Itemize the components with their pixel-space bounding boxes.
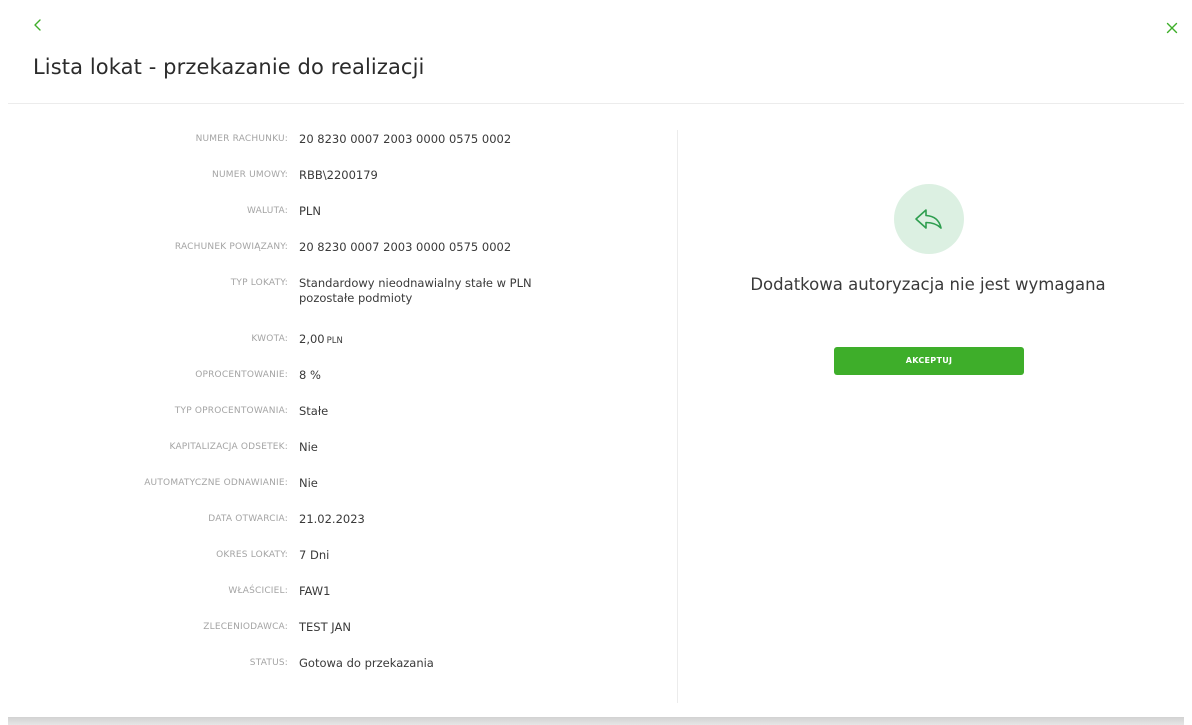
reply-arrow-icon — [915, 209, 942, 229]
detail-row-contract-number: NUMER UMOWY: RBB\2200179 — [0, 162, 677, 198]
detail-value: 20 8230 0007 2003 0000 0575 0002 — [299, 240, 512, 254]
detail-row-owner: WŁAŚCICIEL: FAW1 — [0, 578, 677, 614]
detail-value: 21.02.2023 — [299, 512, 365, 526]
detail-value: Nie — [299, 476, 318, 490]
amount-currency: PLN — [326, 336, 343, 346]
detail-row-deposit-period: OKRES LOKATY: 7 Dni — [0, 542, 677, 578]
detail-value-line: pozostałe podmioty — [299, 291, 413, 305]
detail-value: TEST JAN — [299, 620, 351, 634]
detail-row-orderer: ZLECENIODAWCA: TEST JAN — [0, 614, 677, 650]
back-button[interactable] — [30, 17, 46, 33]
detail-label: RACHUNEK POWIĄZANY: — [174, 242, 288, 252]
detail-row-interest-type: TYP OPROCENTOWANIA: Stałe — [0, 398, 677, 434]
detail-row-currency: WALUTA: PLN — [0, 198, 677, 234]
detail-value: RBB\2200179 — [299, 168, 378, 182]
detail-row-amount: KWOTA: 2,00 PLN — [0, 326, 677, 362]
detail-value: 7 Dni — [299, 548, 330, 562]
detail-value: Gotowa do przekazania — [299, 656, 434, 670]
detail-label: WALUTA: — [247, 206, 288, 216]
detail-label: DATA OTWARCIA: — [208, 514, 288, 524]
detail-row-capitalization: KAPITALIZACJA ODSETEK: Nie — [0, 434, 677, 470]
bottom-edge-shadow — [8, 717, 1184, 725]
detail-row-deposit-type: TYP LOKATY: Standardowy nieodnawialny st… — [0, 270, 677, 326]
detail-value: 8 % — [299, 368, 321, 382]
detail-value: FAW1 — [299, 584, 331, 598]
detail-label: NUMER RACHUNKU: — [195, 134, 288, 144]
close-icon — [1166, 22, 1178, 34]
detail-label: ZLECENIODAWCA: — [203, 622, 288, 632]
detail-label: OKRES LOKATY: — [216, 550, 288, 560]
detail-label: TYP OPROCENTOWANIA: — [174, 406, 288, 416]
detail-value: Nie — [299, 440, 318, 454]
detail-label: STATUS: — [249, 658, 288, 668]
detail-value: 20 8230 0007 2003 0000 0575 0002 — [299, 132, 512, 146]
page: Lista lokat - przekazanie do realizacji … — [0, 0, 1192, 725]
detail-value-line: Standardowy nieodnawialny stałe w PLN — [299, 276, 532, 290]
vertical-divider — [677, 130, 678, 703]
detail-label: OPROCENTOWANIE: — [195, 370, 288, 380]
detail-value: Stałe — [299, 404, 329, 418]
detail-value: 2,00 PLN — [299, 326, 343, 349]
detail-label: WŁAŚCICIEL: — [228, 586, 288, 596]
authorization-icon-badge — [894, 184, 964, 254]
detail-row-auto-renewal: AUTOMATYCZNE ODNAWIANIE: Nie — [0, 470, 677, 506]
detail-row-status: STATUS: Gotowa do przekazania — [0, 650, 677, 686]
detail-value: PLN — [299, 204, 321, 218]
detail-row-account-number: NUMER RACHUNKU: 20 8230 0007 2003 0000 0… — [0, 126, 677, 162]
detail-label: AUTOMATYCZNE ODNAWIANIE: — [144, 478, 288, 488]
chevron-left-icon — [34, 19, 41, 31]
details-list: NUMER RACHUNKU: 20 8230 0007 2003 0000 0… — [0, 126, 677, 686]
amount-value: 2,00 — [299, 332, 325, 346]
detail-row-open-date: DATA OTWARCIA: 21.02.2023 — [0, 506, 677, 542]
detail-label: NUMER UMOWY: — [212, 170, 288, 180]
detail-label: TYP LOKATY: — [230, 278, 288, 288]
detail-value: Standardowy nieodnawialny stałe w PLN po… — [299, 270, 532, 306]
detail-label: KWOTA: — [251, 334, 288, 344]
accept-button[interactable]: AKCEPTUJ — [834, 347, 1024, 375]
page-title: Lista lokat - przekazanie do realizacji — [33, 55, 425, 79]
close-button[interactable] — [1164, 20, 1180, 36]
header-divider — [8, 103, 1184, 104]
detail-label: KAPITALIZACJA ODSETEK: — [169, 442, 288, 452]
authorization-message: Dodatkowa autoryzacja nie jest wymagana — [750, 275, 1106, 294]
detail-row-linked-account: RACHUNEK POWIĄZANY: 20 8230 0007 2003 00… — [0, 234, 677, 270]
detail-row-interest-rate: OPROCENTOWANIE: 8 % — [0, 362, 677, 398]
